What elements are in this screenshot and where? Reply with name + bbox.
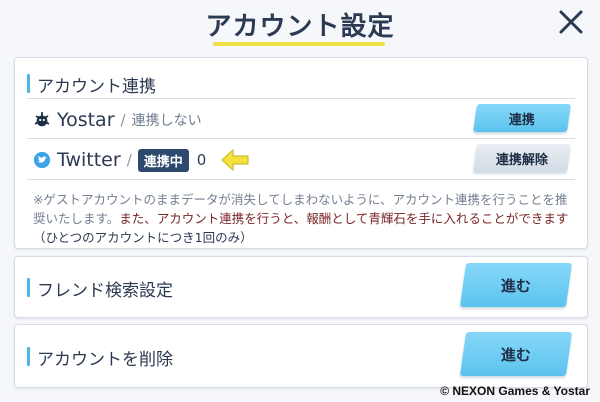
note-text-dark: （ひとつのアカウントにつき1回のみ） xyxy=(33,230,253,245)
separator: / xyxy=(126,151,132,169)
yostar-name: Yostar xyxy=(57,109,115,131)
yostar-logo-icon xyxy=(34,111,50,127)
delete-account-button-label: 進む xyxy=(500,345,531,364)
twitter-row: Twitter / 連携中 0 xyxy=(33,146,250,174)
account-link-title: アカウント連携 xyxy=(27,72,156,97)
friend-search-button-label: 進む xyxy=(500,276,531,295)
friend-search-panel: フレンド検索設定 進む xyxy=(14,256,588,318)
note-text-red: また、アカウント連携を行うと、報酬として青輝石を手に入れることができます xyxy=(119,211,569,226)
page-title: アカウント設定 xyxy=(205,12,395,42)
twitter-unlink-button[interactable]: 連携解除 xyxy=(473,144,571,172)
delete-account-proceed-button[interactable]: 進む xyxy=(459,332,573,376)
divider xyxy=(27,98,575,99)
divider xyxy=(27,138,575,139)
copyright-text: © NEXON Games & Yostar xyxy=(440,384,590,398)
header: アカウント設定 xyxy=(0,0,600,52)
title-underline xyxy=(213,42,385,46)
twitter-count: 0 xyxy=(196,151,207,169)
linked-status-badge: 連携中 xyxy=(137,148,189,172)
link-note: ※ゲストアカウントのままデータが消失してしまわないように、アカウント連携を行うこ… xyxy=(33,190,573,247)
twitter-name: Twitter xyxy=(57,149,121,171)
divider xyxy=(27,179,575,180)
close-x-icon[interactable] xyxy=(555,6,587,38)
account-link-panel: アカウント連携 Yostar / 連携しない 連携 Twitter / 連携中 … xyxy=(14,57,588,249)
yostar-link-button-label: 連携 xyxy=(508,112,535,128)
pointer-arrow-icon xyxy=(221,148,249,172)
delete-account-panel: アカウントを削除 進む xyxy=(14,324,588,388)
friend-search-label: フレンド検索設定 xyxy=(27,276,173,301)
twitter-unlink-button-label: 連携解除 xyxy=(495,152,548,168)
twitter-bird-icon xyxy=(33,151,51,169)
yostar-row: Yostar / 連携しない xyxy=(33,106,202,134)
delete-account-label: アカウントを削除 xyxy=(27,345,173,370)
friend-search-proceed-button[interactable]: 進む xyxy=(459,263,573,307)
yostar-status: 連携しない xyxy=(131,113,202,129)
separator: / xyxy=(120,111,126,129)
yostar-link-button[interactable]: 連携 xyxy=(473,104,571,132)
